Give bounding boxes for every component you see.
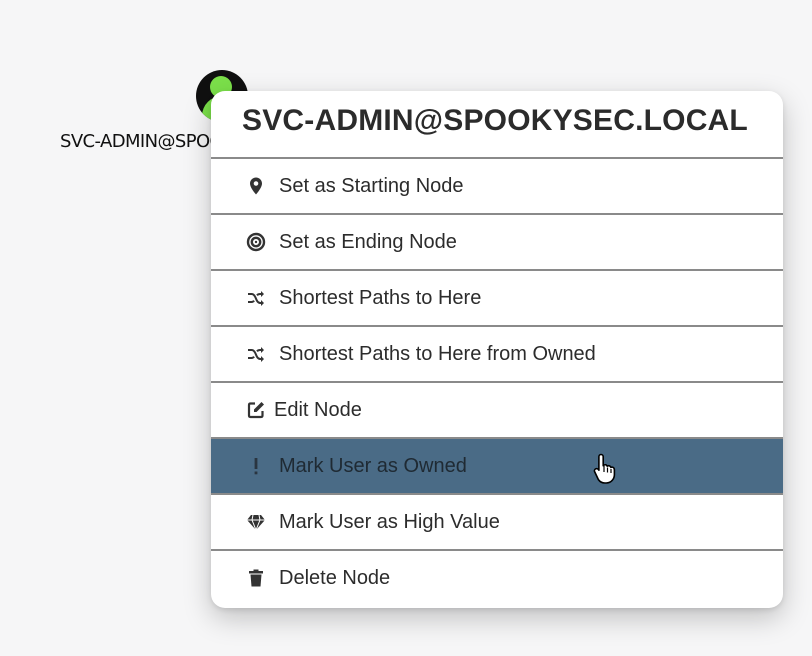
menu-item-shortest-paths-from-owned[interactable]: Shortest Paths to Here from Owned — [211, 325, 783, 381]
target-icon — [244, 230, 268, 254]
menu-item-mark-user-owned[interactable]: Mark User as Owned — [211, 437, 783, 493]
hand-pointer-icon — [593, 453, 616, 484]
menu-item-label: Edit Node — [274, 398, 362, 421]
menu-item-label: Set as Ending Node — [279, 230, 457, 253]
map-marker-icon — [244, 174, 268, 198]
menu-item-mark-user-high-value[interactable]: Mark User as High Value — [211, 493, 783, 549]
shuffle-icon — [244, 342, 268, 366]
shuffle-icon — [244, 286, 268, 310]
menu-item-label: Delete Node — [279, 566, 391, 589]
menu-item-label: Mark User as Owned — [279, 454, 467, 477]
menu-item-delete-node[interactable]: Delete Node — [211, 549, 783, 605]
menu-title: SVC-ADMIN@SPOOKYSEC.LOCAL — [242, 104, 748, 137]
gem-icon — [244, 510, 268, 534]
menu-item-label: Mark User as High Value — [279, 510, 500, 533]
menu-item-set-ending-node[interactable]: Set as Ending Node — [211, 213, 783, 269]
menu-item-edit-node[interactable]: Edit Node — [211, 381, 783, 437]
menu-item-label: Shortest Paths to Here from Owned — [279, 342, 596, 365]
edit-icon — [244, 398, 268, 422]
exclamation-icon — [244, 454, 268, 478]
menu-item-label: Set as Starting Node — [279, 174, 464, 197]
trash-icon — [244, 566, 268, 590]
menu-item-label: Shortest Paths to Here — [279, 286, 482, 309]
node-context-menu: SVC-ADMIN@SPOOKYSEC.LOCAL Set as Startin… — [211, 91, 783, 608]
menu-item-shortest-paths[interactable]: Shortest Paths to Here — [211, 269, 783, 325]
menu-item-set-starting-node[interactable]: Set as Starting Node — [211, 157, 783, 213]
